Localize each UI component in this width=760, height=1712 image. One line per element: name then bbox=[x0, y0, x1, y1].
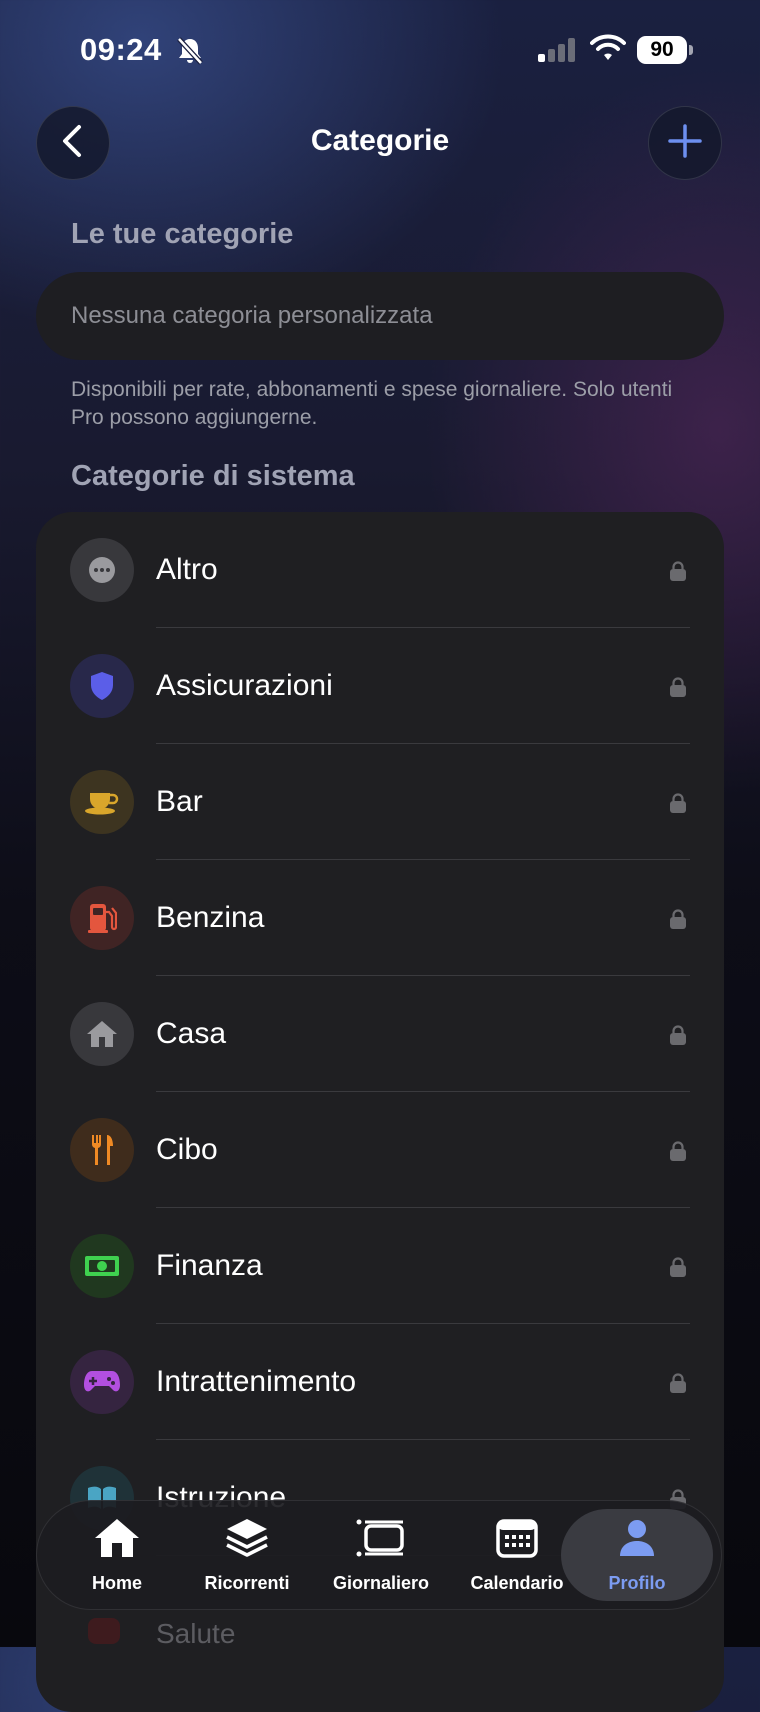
wifi-icon bbox=[590, 34, 626, 67]
lock-icon bbox=[670, 1141, 686, 1166]
tab-label: Giornaliero bbox=[332, 1573, 430, 1593]
system-categories-heading: Categorie di sistema bbox=[71, 460, 355, 492]
banknote-icon bbox=[70, 1234, 134, 1298]
shield-icon bbox=[70, 654, 134, 718]
tab-ricorrenti[interactable]: Ricorrenti bbox=[179, 1501, 315, 1609]
calendar-icon bbox=[496, 1518, 538, 1563]
category-label: Bar bbox=[156, 785, 203, 818]
page-title: Categorie bbox=[310, 124, 450, 157]
signal-icon bbox=[538, 38, 578, 69]
empty-state-text: Nessuna categoria personalizzata bbox=[71, 302, 433, 329]
lock-icon bbox=[670, 561, 686, 586]
tab-giornaliero[interactable]: Giornaliero bbox=[313, 1501, 449, 1609]
status-bar: 09:24 90 bbox=[0, 0, 760, 100]
house-icon bbox=[70, 1002, 134, 1066]
list-icon bbox=[356, 1518, 406, 1563]
health-icon bbox=[88, 1618, 120, 1644]
add-category-button[interactable] bbox=[648, 106, 722, 180]
list-item-peek: Salute bbox=[36, 1612, 724, 1649]
category-label: Salute bbox=[156, 1618, 236, 1649]
tab-bar: Home Ricorrenti Giornaliero Calendario P… bbox=[36, 1500, 722, 1610]
battery-level: 90 bbox=[637, 36, 687, 64]
tab-label: Profilo bbox=[608, 1573, 666, 1593]
fuel-pump-icon bbox=[70, 886, 134, 950]
custom-categories-empty-card: Nessuna categoria personalizzata bbox=[36, 272, 724, 360]
tab-profilo[interactable]: Profilo bbox=[561, 1509, 713, 1601]
list-item[interactable]: Altro bbox=[36, 512, 724, 628]
list-item[interactable]: Bar bbox=[36, 744, 724, 860]
list-item[interactable]: Benzina bbox=[36, 860, 724, 976]
category-label: Benzina bbox=[156, 901, 265, 934]
ellipsis-icon bbox=[70, 538, 134, 602]
list-item[interactable]: Intrattenimento bbox=[36, 1324, 724, 1440]
battery-indicator: 90 bbox=[637, 36, 693, 66]
custom-categories-heading: Le tue categorie bbox=[71, 218, 294, 250]
plus-icon bbox=[667, 123, 703, 164]
tab-label: Home bbox=[91, 1573, 142, 1593]
list-item[interactable]: Cibo bbox=[36, 1092, 724, 1208]
lock-icon bbox=[670, 793, 686, 818]
gamepad-icon bbox=[70, 1350, 134, 1414]
list-item[interactable]: Finanza bbox=[36, 1208, 724, 1324]
category-label: Intrattenimento bbox=[156, 1365, 357, 1398]
layers-icon bbox=[225, 1516, 269, 1565]
category-label: Assicurazioni bbox=[156, 669, 333, 702]
custom-categories-note: Disponibili per rate, abbonamenti e spes… bbox=[71, 378, 673, 429]
house-icon bbox=[93, 1517, 141, 1564]
lock-icon bbox=[670, 677, 686, 702]
fork-knife-icon bbox=[70, 1118, 134, 1182]
tab-home[interactable]: Home bbox=[49, 1501, 185, 1609]
status-time: 09:24 bbox=[80, 32, 162, 67]
category-label: Cibo bbox=[156, 1133, 218, 1166]
list-item[interactable]: Casa bbox=[36, 976, 724, 1092]
lock-icon bbox=[670, 1373, 686, 1398]
lock-icon bbox=[670, 1025, 686, 1050]
person-icon bbox=[618, 1518, 656, 1563]
category-label: Casa bbox=[156, 1017, 227, 1050]
bell-slash-icon bbox=[176, 36, 204, 71]
category-label: Finanza bbox=[156, 1249, 263, 1282]
lock-icon bbox=[670, 909, 686, 934]
coffee-cup-icon bbox=[70, 770, 134, 834]
tab-label: Ricorrenti bbox=[204, 1573, 290, 1593]
list-item[interactable]: Assicurazioni bbox=[36, 628, 724, 744]
lock-icon bbox=[670, 1257, 686, 1282]
category-label: Altro bbox=[156, 553, 218, 586]
